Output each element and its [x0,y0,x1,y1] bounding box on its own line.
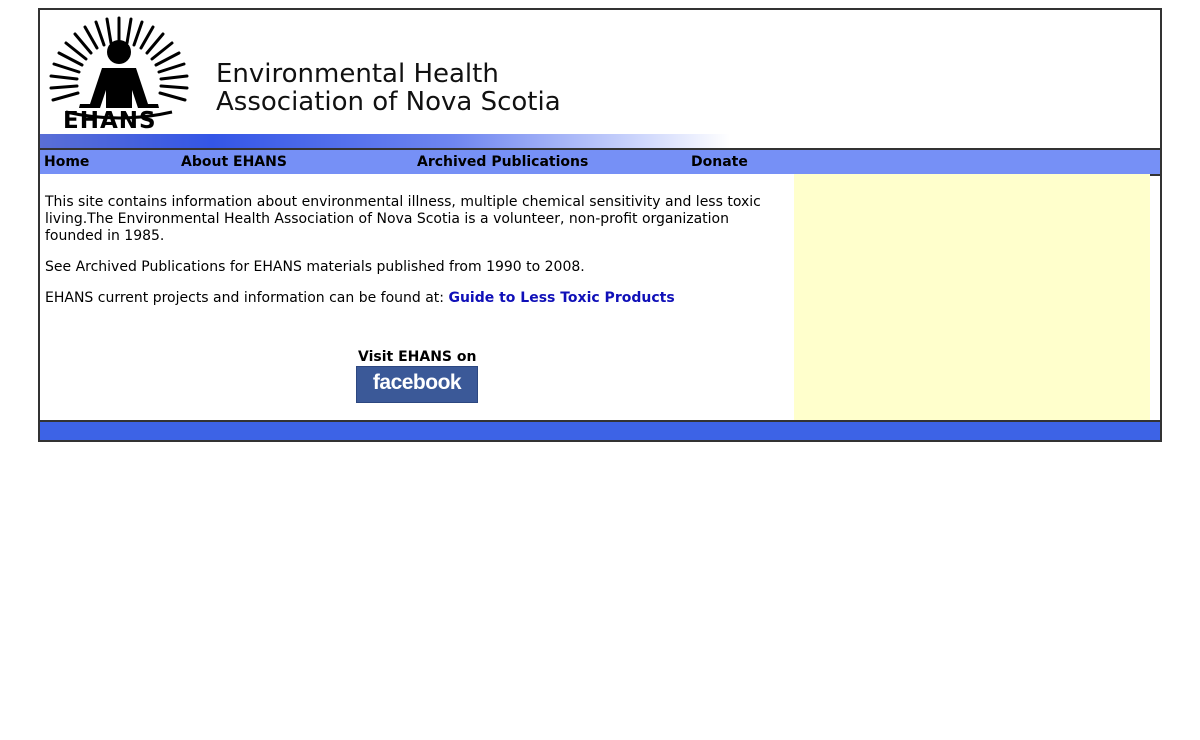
site-title-line2: Association of Nova Scotia [216,87,561,117]
projects-paragraph: EHANS current projects and information c… [45,290,780,307]
facebook-button[interactable]: facebook [356,366,478,403]
ehans-logo[interactable]: EHANS [44,12,194,138]
logo-wordmark: EHANS [63,108,157,134]
intro-paragraph: This site contains information about env… [45,194,761,244]
page-frame: EHANS Environmental Health Association of… [38,8,1162,442]
header-gradient-bar [40,134,730,148]
facebook-label: Visit EHANS on [358,349,477,365]
main-content: This site contains information about env… [40,174,794,420]
archive-paragraph: See Archived Publications for EHANS mate… [45,259,585,275]
site-title-line1: Environmental Health [216,59,499,89]
projects-text: EHANS current projects and information c… [45,290,449,306]
nav-about-ehans[interactable]: About EHANS [181,154,287,170]
nav-archived-publications[interactable]: Archived Publications [417,154,588,170]
main-nav: Home About EHANS Archived Publications D… [40,148,1160,176]
facebook-logo-text: facebook [372,371,462,394]
nav-donate[interactable]: Donate [691,154,748,170]
site-title: Environmental Health Association of Nova … [216,60,561,116]
guide-link[interactable]: Guide to Less Toxic Products [448,290,674,306]
site-header: EHANS Environmental Health Association of… [40,10,1160,148]
nav-home[interactable]: Home [44,154,89,170]
sidebar-panel [794,174,1150,420]
footer-bar [40,420,1160,440]
